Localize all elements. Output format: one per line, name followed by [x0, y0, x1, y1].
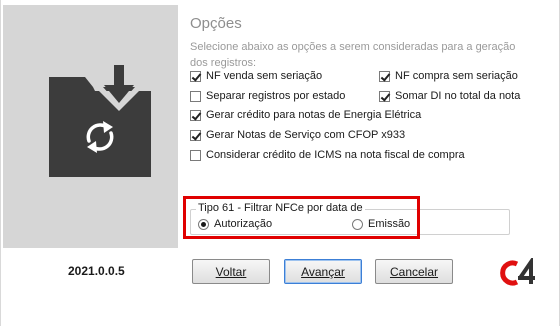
checkbox-nf-venda-sem-seriacao[interactable]: NF venda sem seriação [190, 70, 322, 82]
button-label: Avançar [301, 264, 345, 279]
checkbox-credito-icms-compra[interactable]: Considerar crédito de ICMS na nota fisca… [190, 149, 465, 161]
folder-download-sync-icon [49, 65, 151, 177]
c4-logo [500, 258, 535, 286]
checkbox-separar-registros-por-estado[interactable]: Separar registros por estado [190, 90, 345, 102]
checkbox-box[interactable] [190, 70, 201, 82]
dialog-border-left [0, 0, 1, 326]
version-label: 2021.0.0.5 [68, 264, 125, 278]
checkbox-label: NF venda sem seriação [206, 70, 323, 82]
checkbox-box[interactable] [190, 109, 201, 121]
checkbox-credito-energia-eletrica[interactable]: Gerar crédito para notas de Energia Elét… [190, 109, 421, 121]
checkbox-somar-di-no-total[interactable]: Somar DI no total da nota [379, 90, 520, 102]
checkbox-label: Considerar crédito de ICMS na nota fisca… [206, 149, 465, 161]
cancelar-button[interactable]: Cancelar [375, 259, 453, 284]
avancar-button[interactable]: Avançar [284, 259, 362, 284]
button-label: Cancelar [389, 264, 439, 279]
voltar-button[interactable]: Voltar [192, 259, 270, 284]
checkbox-box[interactable] [379, 90, 390, 102]
checkbox-label: Somar DI no total da nota [395, 90, 521, 102]
checkbox-label: NF compra sem seriação [395, 70, 518, 82]
icon-panel [3, 5, 178, 248]
button-label: Voltar [215, 264, 247, 279]
checkbox-label: Gerar crédito para notas de Energia Elét… [206, 109, 422, 121]
highlight-annotation [183, 196, 420, 239]
dialog: Opções Selecione abaixo as opções a sere… [0, 0, 560, 326]
checkbox-notas-servico-cfop[interactable]: Gerar Notas de Serviço com CFOP x933 [190, 129, 405, 141]
options-description: Selecione abaixo as opções a serem consi… [190, 41, 516, 69]
checkbox-box[interactable] [190, 90, 201, 102]
options-title: Opções [190, 15, 242, 32]
checkbox-label: Gerar Notas de Serviço com CFOP x933 [206, 129, 406, 141]
checkbox-nf-compra-sem-seriacao[interactable]: NF compra sem seriação [379, 70, 518, 82]
checkbox-label: Separar registros por estado [206, 90, 346, 102]
checkbox-box[interactable] [190, 149, 201, 161]
checkbox-box[interactable] [379, 70, 390, 82]
checkbox-box[interactable] [190, 129, 201, 141]
